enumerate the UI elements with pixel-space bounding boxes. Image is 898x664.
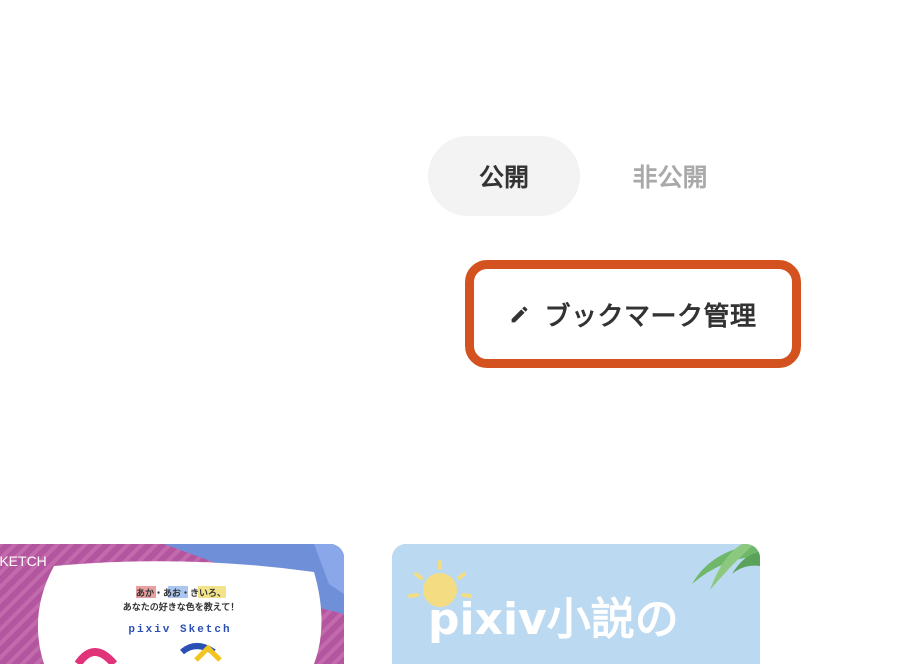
sketch-subtitle-1: あか・あお・きいろ、 [136,588,226,599]
novel-title-text: pixiv小説の [428,594,679,645]
novel-banner-card[interactable]: pixiv小説の [392,544,760,664]
bookmark-manage-button[interactable]: ブックマーク管理 [480,273,786,355]
novel-banner-art: pixiv小説の [392,544,760,664]
sketch-subtitle-2: あなたの好きな色を教えて！ [123,601,240,613]
tab-private[interactable]: 非公開 [604,136,736,216]
sketch-name-text: pixiv Sketch [128,624,231,636]
pencil-icon [512,306,528,322]
sketch-brand-text: SKETCH [0,553,47,569]
tab-public-label: 公開 [478,163,529,192]
sketch-banner-card[interactable]: SKETCH あか・あお・きいろ、 あなたの好きな色を教えて！ pixiv Sk… [0,544,344,664]
bookmark-manage-label: ブックマーク管理 [544,301,757,332]
tab-public[interactable]: 公開 [428,136,580,216]
tab-private-label: 非公開 [632,163,708,192]
sketch-banner-art: SKETCH あか・あお・きいろ、 あなたの好きな色を教えて！ pixiv Sk… [0,544,344,664]
